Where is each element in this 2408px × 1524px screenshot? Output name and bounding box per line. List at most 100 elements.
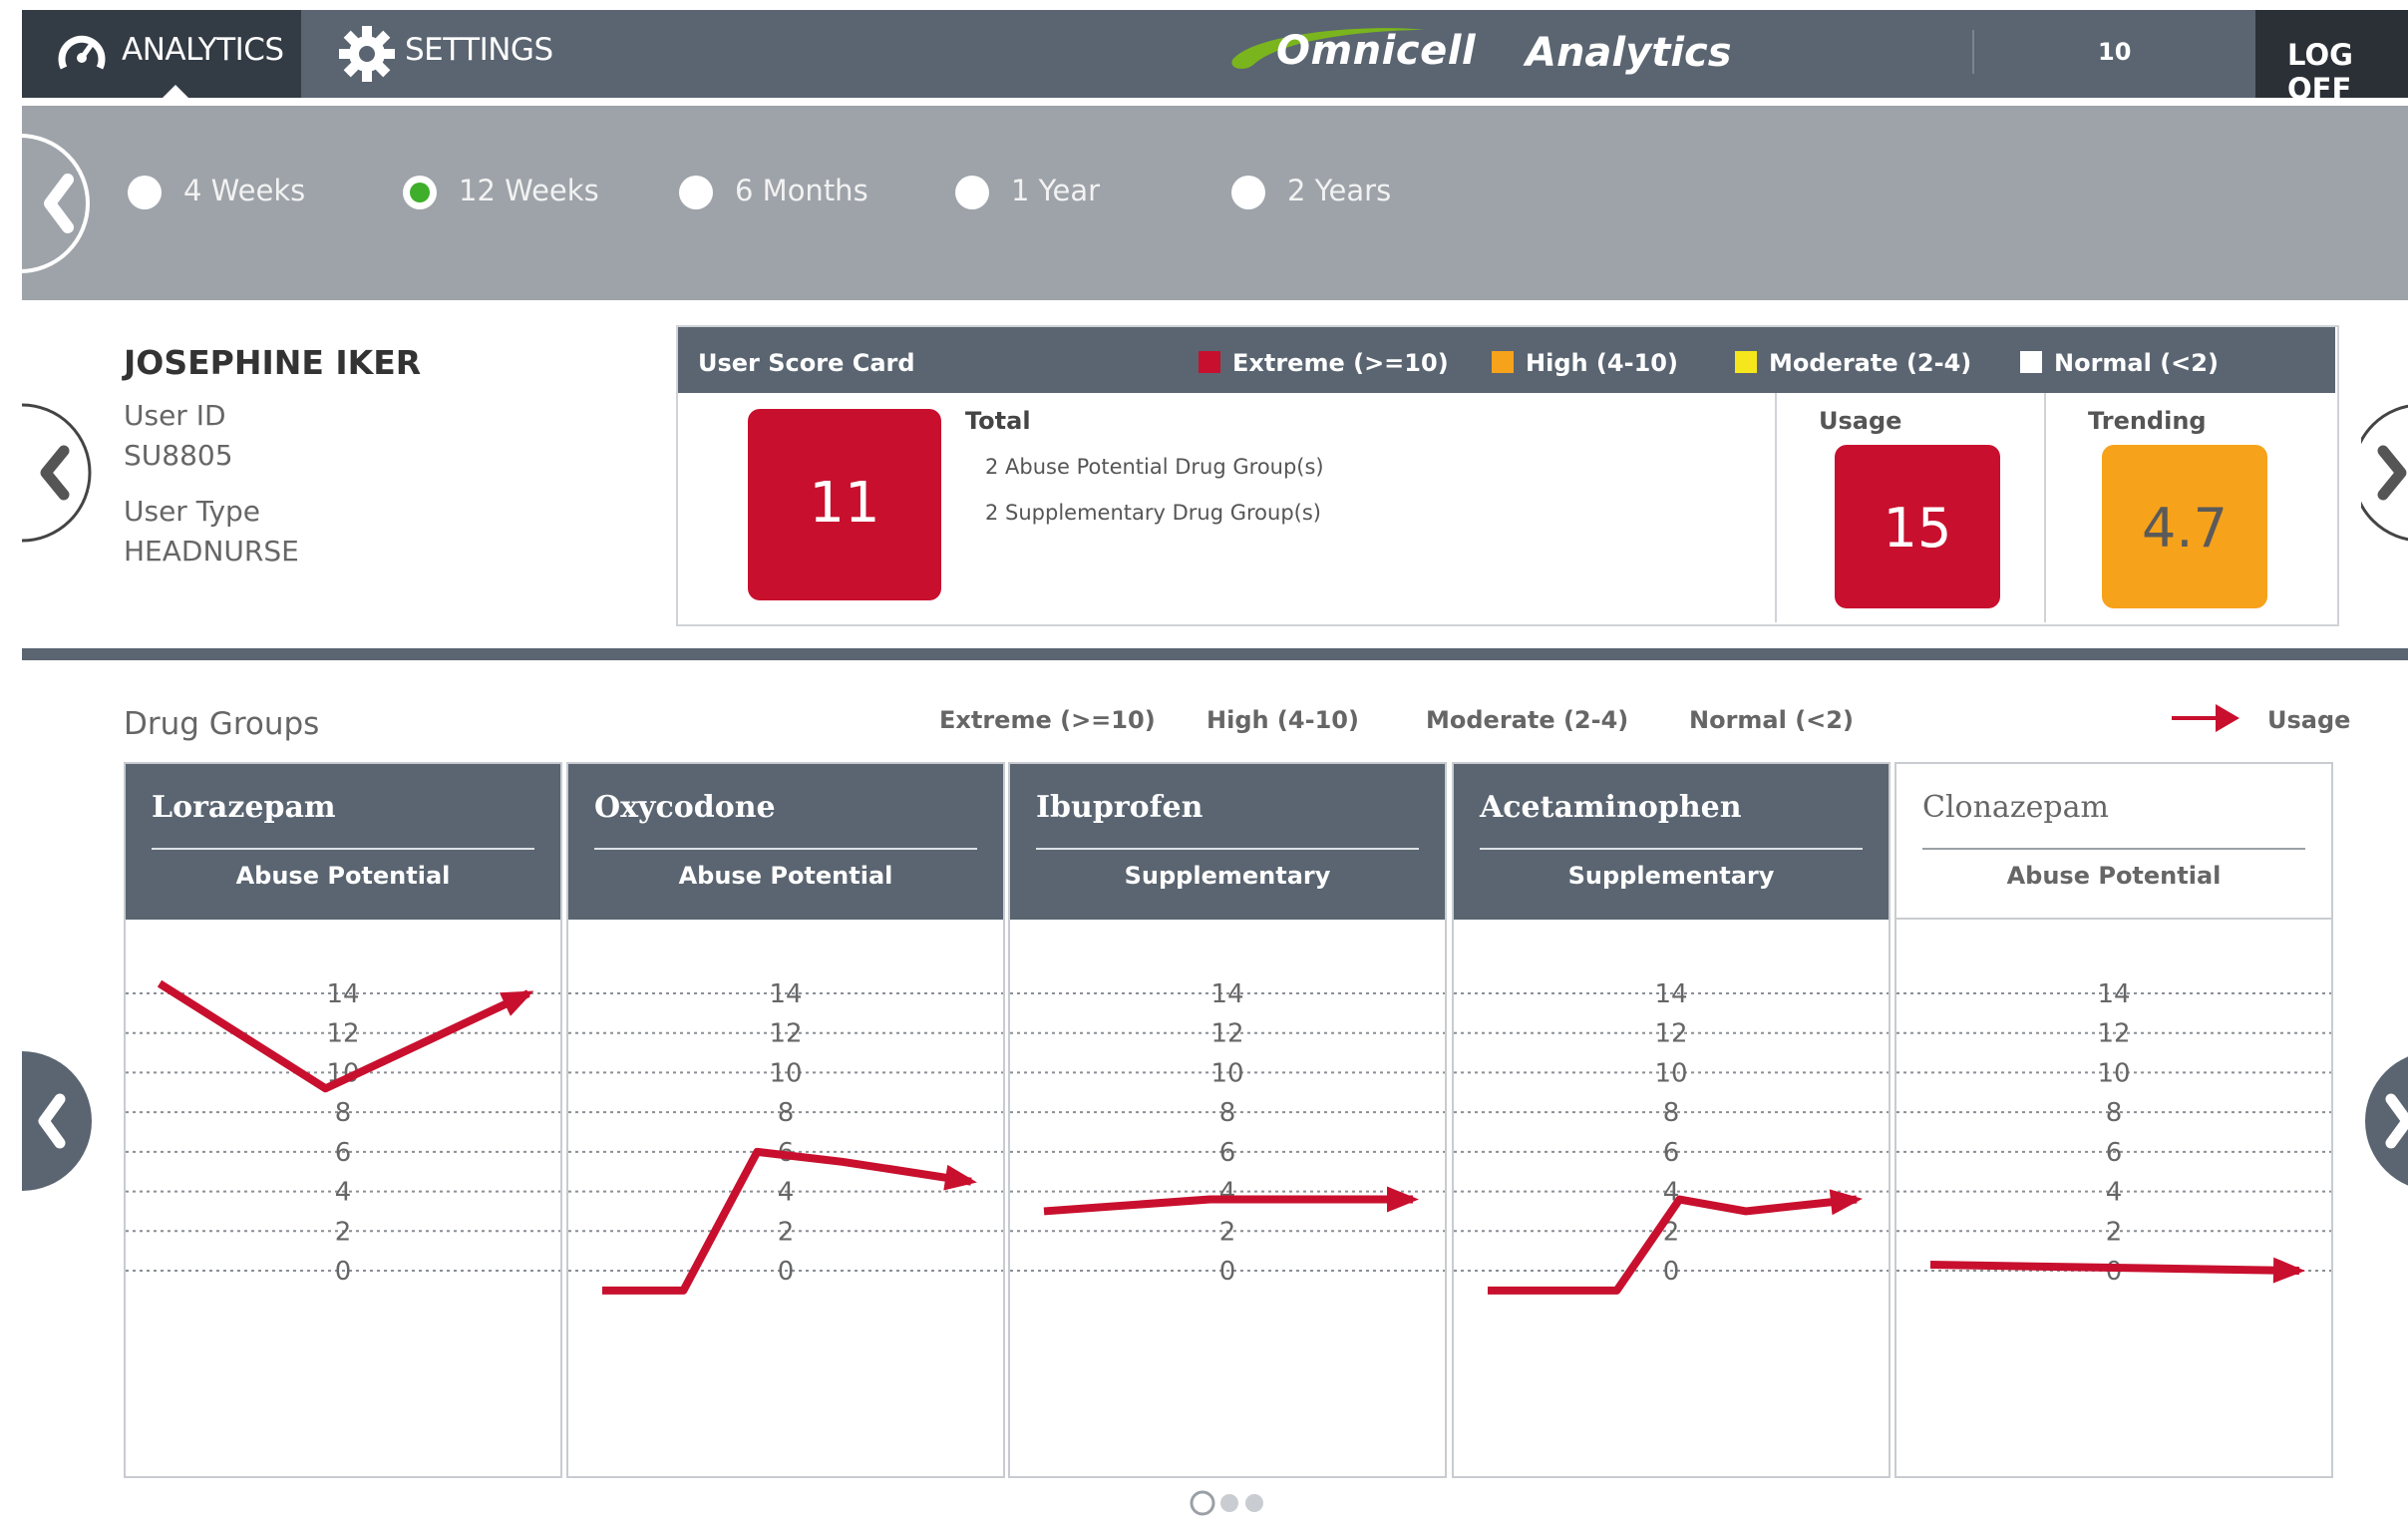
usage-chart: 14121086420: [1010, 979, 1445, 1287]
page-dot[interactable]: [1220, 1494, 1238, 1512]
radio-2-years[interactable]: [1231, 176, 1265, 209]
drug-card-header: Acetaminophen Supplementary: [1454, 764, 1889, 920]
card-rule: [1480, 848, 1863, 850]
usage-arrow-icon: [2172, 704, 2239, 732]
y-tick-label: 8: [1663, 1098, 1680, 1128]
cards-prev-button[interactable]: [22, 1051, 92, 1191]
y-tick-label: 2: [1219, 1217, 1236, 1247]
radio-label-4-weeks[interactable]: 4 Weeks: [183, 174, 305, 207]
tab-analytics[interactable]: ANALYTICS: [22, 10, 301, 99]
radio-1-year[interactable]: [955, 176, 989, 209]
y-tick-label: 14: [326, 979, 359, 1009]
y-tick-label: 2: [2106, 1217, 2123, 1247]
drug-card-header: Clonazepam Abuse Potential: [1896, 764, 2331, 920]
section-divider: [22, 648, 2408, 660]
usage-score: 15: [1883, 497, 1952, 560]
card-rule: [152, 848, 534, 850]
header-divider: [1972, 30, 1974, 74]
user-id-value: SU8805: [124, 439, 233, 472]
total-score-tile: 11: [748, 409, 941, 600]
radio-4-weeks[interactable]: [128, 176, 162, 209]
y-tick-label: 8: [778, 1098, 795, 1128]
legend-high: High (4-10): [1526, 349, 1678, 377]
radio-12-weeks[interactable]: [403, 176, 437, 209]
radio-label-6-months[interactable]: 6 Months: [735, 174, 868, 207]
card-rule: [1922, 848, 2305, 850]
usage-score-tile: 15: [1835, 445, 2000, 608]
y-tick-label: 14: [769, 979, 802, 1009]
usage-arrow-head: [1829, 1189, 1863, 1216]
radio-label-1-year[interactable]: 1 Year: [1011, 174, 1100, 207]
y-tick-label: 10: [2097, 1058, 2130, 1088]
gear-icon: [339, 26, 395, 82]
score-card-divider: [2044, 393, 2046, 622]
brand-name: Omnicell: [1276, 28, 1477, 74]
user-prev-button[interactable]: [12, 403, 98, 543]
usage-chart: 14121086420: [568, 979, 1003, 1295]
y-tick-label: 10: [1654, 1058, 1687, 1088]
y-tick-label: 6: [335, 1138, 352, 1168]
drug-groups-title: Drug Groups: [124, 706, 320, 742]
radio-label-2-years[interactable]: 2 Years: [1287, 174, 1391, 207]
user-id-label: User ID: [124, 399, 226, 432]
dg-legend-extreme: Extreme (>=10): [939, 706, 1156, 734]
y-tick-label: 0: [778, 1257, 795, 1287]
drug-type: Abuse Potential: [2006, 862, 2222, 890]
top-bar-underline: [22, 98, 2408, 106]
tab-settings[interactable]: SETTINGS: [301, 10, 600, 98]
dg-legend-high: High (4-10): [1206, 706, 1359, 734]
drug-card-ibuprofen[interactable]: Ibuprofen Supplementary 14 12 10 8 6 4 2 0: [1008, 762, 1447, 1478]
user-name: JOSEPHINE IKER: [124, 343, 422, 382]
score-card-divider: [1775, 393, 1777, 622]
radio-label-12-weeks[interactable]: 12 Weeks: [459, 174, 599, 207]
usage-chart: 14121086420: [1454, 979, 1889, 1295]
drug-card-header: Lorazepam Abuse Potential: [126, 764, 560, 920]
y-tick-label: 14: [1210, 979, 1243, 1009]
total-score: 11: [809, 471, 880, 536]
y-tick-label: 4: [335, 1178, 352, 1208]
y-tick-label: 6: [1219, 1138, 1236, 1168]
period-filter-bar: [22, 106, 2408, 300]
drug-card-clonazepam[interactable]: Clonazepam Abuse Potential 14 12 10 8 6 4 2 0: [1894, 762, 2333, 1478]
legend-swatch-moderate: [1735, 351, 1757, 373]
legend-swatch-extreme: [1199, 351, 1220, 373]
user-type-value: HEADNURSE: [124, 535, 299, 568]
y-tick-label: 4: [778, 1178, 795, 1208]
drug-name: Acetaminophen: [1480, 790, 1742, 825]
y-tick-label: 10: [1210, 1058, 1243, 1088]
y-tick-label: 6: [2106, 1138, 2123, 1168]
trending-label: Trending: [2088, 407, 2207, 435]
y-tick-label: 8: [1219, 1098, 1236, 1128]
active-tab-caret: [162, 85, 189, 99]
usage-chart: 14121086420: [126, 979, 560, 1287]
pagination-dots: [1190, 1490, 1263, 1516]
y-tick-label: 14: [1654, 979, 1687, 1009]
detail-abuse-groups: 2 Abuse Potential Drug Group(s): [985, 455, 1324, 479]
logoff-button[interactable]: LOG OFF: [2255, 10, 2408, 106]
y-tick-label: 2: [335, 1217, 352, 1247]
y-tick-label: 0: [1219, 1257, 1236, 1287]
drug-card-header: Oxycodone Abuse Potential: [568, 764, 1003, 920]
usage-label: Usage: [1819, 407, 1902, 435]
period-prev-button[interactable]: [10, 134, 100, 273]
drug-card-acetaminophen[interactable]: Acetaminophen Supplementary 14 12 10 8 6 4 2 0: [1452, 762, 1891, 1478]
card-rule: [594, 848, 977, 850]
logoff-label: LOG OFF: [2287, 38, 2353, 106]
page-dot-active[interactable]: [1190, 1490, 1215, 1516]
y-tick-label: 12: [2097, 1019, 2130, 1049]
y-tick-label: 12: [1654, 1019, 1687, 1049]
drug-card-oxycodone[interactable]: Oxycodone Abuse Potential 14 12 10 8 6 4 2 0: [566, 762, 1005, 1478]
cards-next-button[interactable]: [2365, 1051, 2408, 1191]
tab-settings-label: SETTINGS: [405, 32, 553, 68]
user-next-button[interactable]: [2361, 403, 2408, 543]
usage-arrow-head: [499, 990, 534, 1016]
y-tick-label: 12: [769, 1019, 802, 1049]
drug-name: Oxycodone: [594, 790, 776, 825]
drug-card-lorazepam[interactable]: Lorazepam Abuse Potential 14 12 10 8 6 4 2 0: [124, 762, 562, 1478]
y-tick-label: 8: [2106, 1098, 2123, 1128]
radio-6-months[interactable]: [679, 176, 713, 209]
page-dot[interactable]: [1245, 1494, 1263, 1512]
drug-name: Clonazepam: [1922, 790, 2109, 825]
trending-score-tile: 4.7: [2102, 445, 2267, 608]
usage-line: [1929, 1261, 2300, 1275]
